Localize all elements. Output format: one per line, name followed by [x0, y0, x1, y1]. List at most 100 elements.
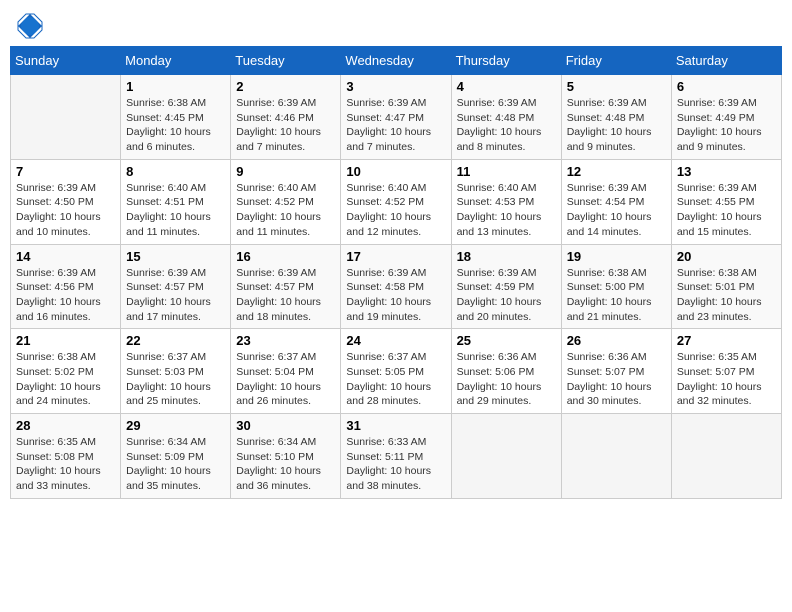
day-number: 10 [346, 164, 445, 179]
day-cell [11, 75, 121, 160]
day-info: Sunrise: 6:35 AM Sunset: 5:08 PM Dayligh… [16, 435, 115, 494]
day-cell: 31 Sunrise: 6:33 AM Sunset: 5:11 PM Dayli… [341, 414, 451, 499]
day-number: 16 [236, 249, 335, 264]
day-cell [561, 414, 671, 499]
day-info: Sunrise: 6:39 AM Sunset: 4:54 PM Dayligh… [567, 181, 666, 240]
day-cell: 13 Sunrise: 6:39 AM Sunset: 4:55 PM Dayli… [671, 159, 781, 244]
day-cell: 17 Sunrise: 6:39 AM Sunset: 4:58 PM Dayli… [341, 244, 451, 329]
day-number: 13 [677, 164, 776, 179]
day-number: 21 [16, 333, 115, 348]
day-info: Sunrise: 6:39 AM Sunset: 4:57 PM Dayligh… [126, 266, 225, 325]
day-number: 23 [236, 333, 335, 348]
day-cell: 15Sunrise: 6:39 AM Sunset: 4:57 PM Dayli… [121, 244, 231, 329]
day-cell: 7Sunrise: 6:39 AM Sunset: 4:50 PM Daylig… [11, 159, 121, 244]
day-cell: 10 Sunrise: 6:40 AM Sunset: 4:52 PM Dayli… [341, 159, 451, 244]
col-header-saturday: Saturday [671, 47, 781, 75]
day-number: 22 [126, 333, 225, 348]
calendar-table: SundayMondayTuesdayWednesdayThursdayFrid… [10, 46, 782, 499]
day-cell: 21Sunrise: 6:38 AM Sunset: 5:02 PM Dayli… [11, 329, 121, 414]
day-info: Sunrise: 6:39 AM Sunset: 4:56 PM Dayligh… [16, 266, 115, 325]
day-number: 31 [346, 418, 445, 433]
day-number: 5 [567, 79, 666, 94]
day-number: 9 [236, 164, 335, 179]
day-cell: 12 Sunrise: 6:39 AM Sunset: 4:54 PM Dayli… [561, 159, 671, 244]
day-info: Sunrise: 6:33 AM Sunset: 5:11 PM Dayligh… [346, 435, 445, 494]
day-cell: 24 Sunrise: 6:37 AM Sunset: 5:05 PM Dayli… [341, 329, 451, 414]
day-number: 8 [126, 164, 225, 179]
day-cell: 18 Sunrise: 6:39 AM Sunset: 4:59 PM Dayli… [451, 244, 561, 329]
day-number: 25 [457, 333, 556, 348]
day-cell: 29 Sunrise: 6:34 AM Sunset: 5:09 PM Dayli… [121, 414, 231, 499]
day-info: Sunrise: 6:35 AM Sunset: 5:07 PM Dayligh… [677, 350, 776, 409]
logo-icon [14, 10, 42, 38]
day-number: 7 [16, 164, 115, 179]
day-cell: 22 Sunrise: 6:37 AM Sunset: 5:03 PM Dayli… [121, 329, 231, 414]
day-info: Sunrise: 6:39 AM Sunset: 4:57 PM Dayligh… [236, 266, 335, 325]
day-number: 19 [567, 249, 666, 264]
day-cell: 19 Sunrise: 6:38 AM Sunset: 5:00 PM Dayli… [561, 244, 671, 329]
day-info: Sunrise: 6:39 AM Sunset: 4:58 PM Dayligh… [346, 266, 445, 325]
day-number: 6 [677, 79, 776, 94]
week-row-4: 21Sunrise: 6:38 AM Sunset: 5:02 PM Dayli… [11, 329, 782, 414]
day-cell: 8 Sunrise: 6:40 AM Sunset: 4:51 PM Daylig… [121, 159, 231, 244]
day-info: Sunrise: 6:36 AM Sunset: 5:07 PM Dayligh… [567, 350, 666, 409]
col-header-wednesday: Wednesday [341, 47, 451, 75]
day-number: 18 [457, 249, 556, 264]
col-header-friday: Friday [561, 47, 671, 75]
day-cell: 23 Sunrise: 6:37 AM Sunset: 5:04 PM Dayli… [231, 329, 341, 414]
day-number: 2 [236, 79, 335, 94]
day-number: 30 [236, 418, 335, 433]
day-number: 26 [567, 333, 666, 348]
day-info: Sunrise: 6:40 AM Sunset: 4:52 PM Dayligh… [346, 181, 445, 240]
day-number: 3 [346, 79, 445, 94]
day-info: Sunrise: 6:39 AM Sunset: 4:48 PM Dayligh… [457, 96, 556, 155]
day-number: 29 [126, 418, 225, 433]
day-number: 24 [346, 333, 445, 348]
day-info: Sunrise: 6:38 AM Sunset: 5:01 PM Dayligh… [677, 266, 776, 325]
day-cell: 27 Sunrise: 6:35 AM Sunset: 5:07 PM Dayli… [671, 329, 781, 414]
day-cell: 2Sunrise: 6:39 AM Sunset: 4:46 PM Daylig… [231, 75, 341, 160]
day-info: Sunrise: 6:38 AM Sunset: 5:00 PM Dayligh… [567, 266, 666, 325]
page-header [10, 10, 782, 38]
day-cell: 4 Sunrise: 6:39 AM Sunset: 4:48 PM Daylig… [451, 75, 561, 160]
day-number: 17 [346, 249, 445, 264]
day-number: 11 [457, 164, 556, 179]
col-header-monday: Monday [121, 47, 231, 75]
header-row: SundayMondayTuesdayWednesdayThursdayFrid… [11, 47, 782, 75]
day-info: Sunrise: 6:36 AM Sunset: 5:06 PM Dayligh… [457, 350, 556, 409]
day-cell: 14Sunrise: 6:39 AM Sunset: 4:56 PM Dayli… [11, 244, 121, 329]
col-header-tuesday: Tuesday [231, 47, 341, 75]
day-number: 20 [677, 249, 776, 264]
day-info: Sunrise: 6:37 AM Sunset: 5:05 PM Dayligh… [346, 350, 445, 409]
day-info: Sunrise: 6:39 AM Sunset: 4:49 PM Dayligh… [677, 96, 776, 155]
day-cell: 9 Sunrise: 6:40 AM Sunset: 4:52 PM Daylig… [231, 159, 341, 244]
day-number: 4 [457, 79, 556, 94]
day-cell [451, 414, 561, 499]
day-info: Sunrise: 6:40 AM Sunset: 4:52 PM Dayligh… [236, 181, 335, 240]
day-cell [671, 414, 781, 499]
day-number: 27 [677, 333, 776, 348]
logo [14, 10, 46, 38]
day-info: Sunrise: 6:40 AM Sunset: 4:53 PM Dayligh… [457, 181, 556, 240]
week-row-1: 1Sunrise: 6:38 AM Sunset: 4:45 PM Daylig… [11, 75, 782, 160]
day-number: 1 [126, 79, 225, 94]
day-cell: 1Sunrise: 6:38 AM Sunset: 4:45 PM Daylig… [121, 75, 231, 160]
day-cell: 30Sunrise: 6:34 AM Sunset: 5:10 PM Dayli… [231, 414, 341, 499]
day-info: Sunrise: 6:39 AM Sunset: 4:59 PM Dayligh… [457, 266, 556, 325]
day-info: Sunrise: 6:40 AM Sunset: 4:51 PM Dayligh… [126, 181, 225, 240]
week-row-3: 14Sunrise: 6:39 AM Sunset: 4:56 PM Dayli… [11, 244, 782, 329]
day-info: Sunrise: 6:37 AM Sunset: 5:04 PM Dayligh… [236, 350, 335, 409]
day-number: 12 [567, 164, 666, 179]
day-info: Sunrise: 6:39 AM Sunset: 4:48 PM Dayligh… [567, 96, 666, 155]
col-header-thursday: Thursday [451, 47, 561, 75]
day-info: Sunrise: 6:34 AM Sunset: 5:09 PM Dayligh… [126, 435, 225, 494]
day-cell: 16 Sunrise: 6:39 AM Sunset: 4:57 PM Dayli… [231, 244, 341, 329]
day-cell: 28 Sunrise: 6:35 AM Sunset: 5:08 PM Dayli… [11, 414, 121, 499]
day-number: 28 [16, 418, 115, 433]
day-cell: 11 Sunrise: 6:40 AM Sunset: 4:53 PM Dayli… [451, 159, 561, 244]
day-info: Sunrise: 6:37 AM Sunset: 5:03 PM Dayligh… [126, 350, 225, 409]
day-cell: 6 Sunrise: 6:39 AM Sunset: 4:49 PM Daylig… [671, 75, 781, 160]
day-info: Sunrise: 6:39 AM Sunset: 4:55 PM Dayligh… [677, 181, 776, 240]
day-cell: 3Sunrise: 6:39 AM Sunset: 4:47 PM Daylig… [341, 75, 451, 160]
week-row-5: 28 Sunrise: 6:35 AM Sunset: 5:08 PM Dayli… [11, 414, 782, 499]
